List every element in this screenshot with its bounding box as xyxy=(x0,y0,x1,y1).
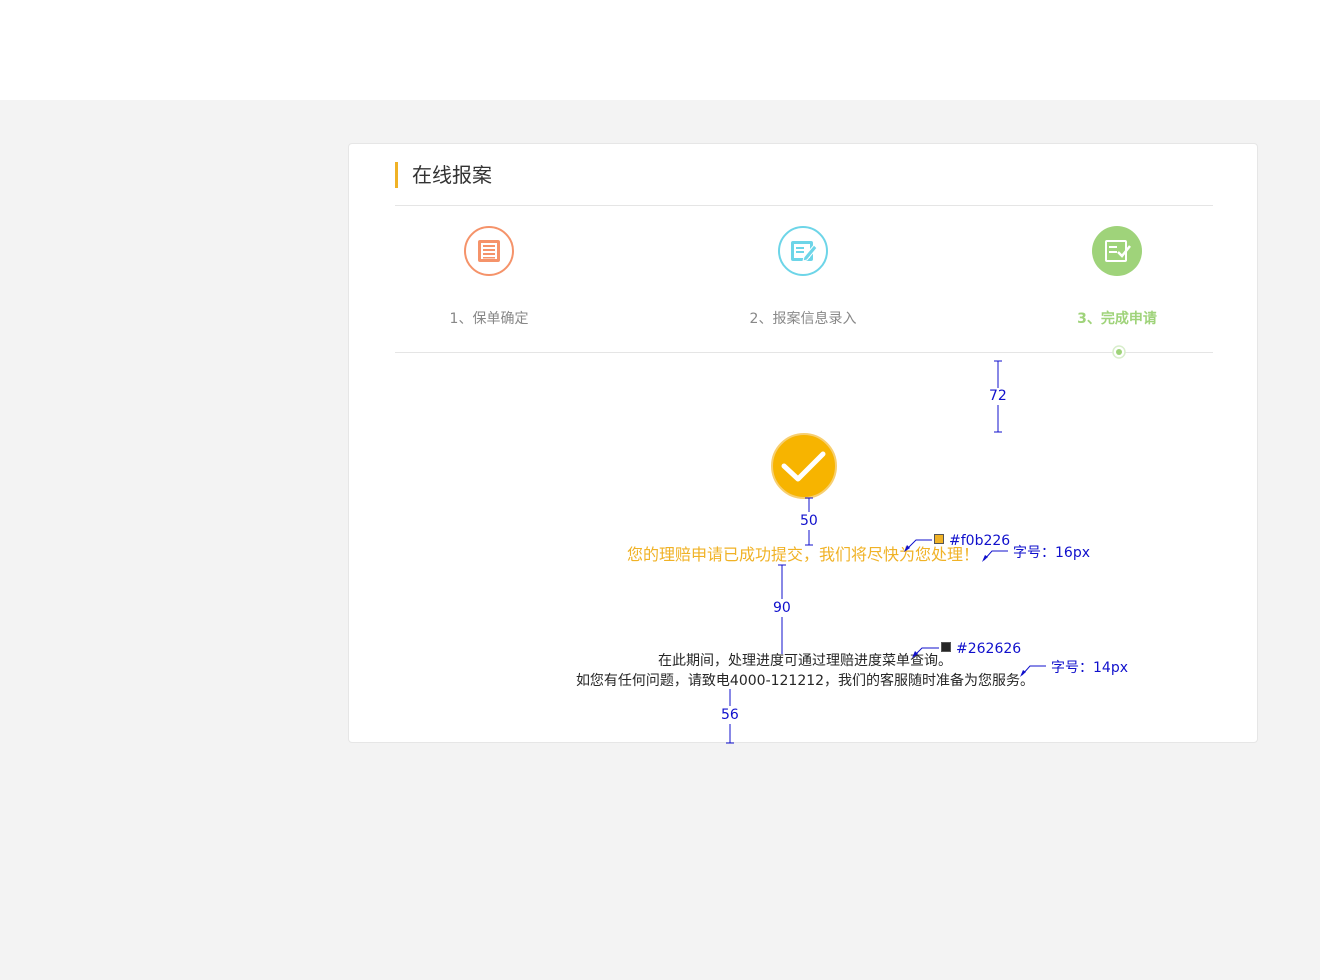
spacing-50-label: 50 xyxy=(800,513,818,529)
steps-divider xyxy=(395,352,1213,353)
spacing-56-label: 56 xyxy=(721,707,739,723)
message-color-label: #f0b226 xyxy=(949,533,1011,549)
color-swatch-text xyxy=(941,642,951,652)
checked-form-icon xyxy=(1092,226,1142,276)
step-2-label: 2、报案信息录入 xyxy=(749,311,857,327)
spacing-72-label: 72 xyxy=(989,388,1007,404)
check-circle-icon xyxy=(771,433,837,499)
color-swatch-accent xyxy=(934,534,944,544)
top-header-bar xyxy=(0,0,1320,100)
spacing-90-label: 90 xyxy=(773,600,791,616)
step-3-label: 3、完成申请 xyxy=(1077,311,1157,327)
info-color-label: #262626 xyxy=(956,641,1022,657)
edit-form-icon xyxy=(778,226,828,276)
document-list-icon xyxy=(464,226,514,276)
page-title: 在线报案 xyxy=(412,163,492,187)
info-line-2: 如您有任何问题，请致电4000-121212，我们的客服随时准备为您服务。 xyxy=(575,673,1035,689)
message-font-label: 字号：16px xyxy=(1013,545,1090,561)
step-1-label: 1、保单确定 xyxy=(449,311,529,327)
active-step-indicator xyxy=(1112,345,1126,359)
title-accent-bar xyxy=(395,162,398,188)
title-divider xyxy=(395,205,1213,206)
info-font-label: 字号：14px xyxy=(1051,660,1128,676)
